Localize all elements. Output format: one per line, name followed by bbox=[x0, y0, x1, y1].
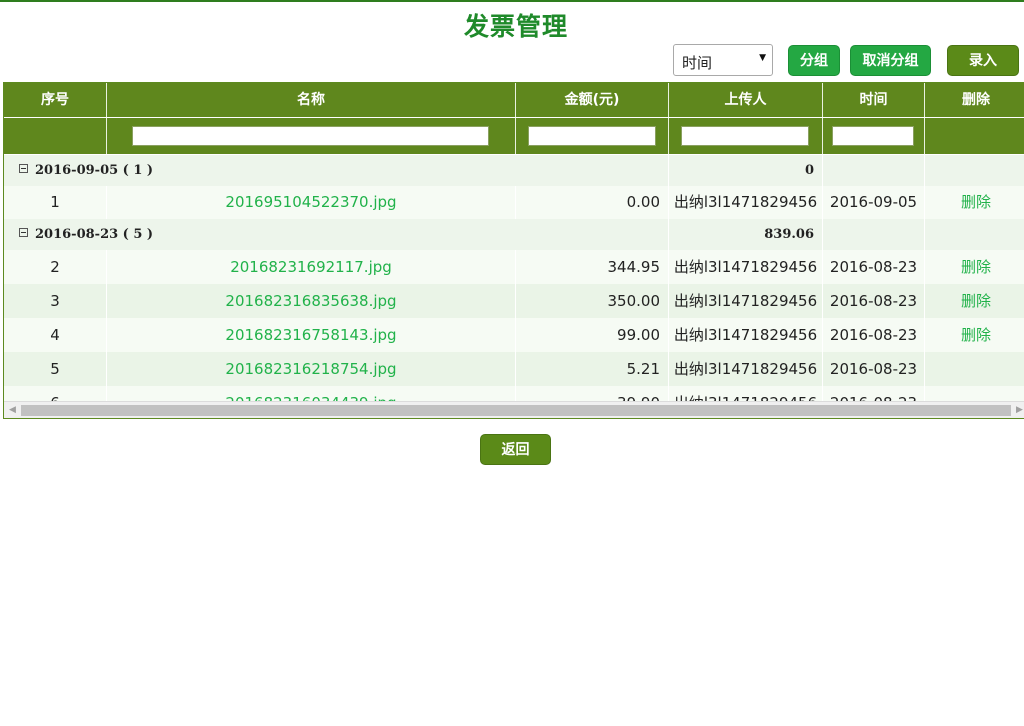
group-label: 2016-08-23 ( 5 ) bbox=[35, 227, 154, 242]
delete-link[interactable]: 删除 bbox=[925, 250, 1024, 284]
header-name[interactable]: 名称 bbox=[107, 83, 516, 117]
grid-body: 2016-09-05 ( 1 ) 0 1 201695104522370.jpg… bbox=[4, 155, 1024, 401]
table-row[interactable]: 2 20168231692117.jpg 344.95 出纳l3l1471829… bbox=[4, 250, 1024, 284]
header-amount[interactable]: 金额(元) bbox=[516, 83, 669, 117]
cell-index: 1 bbox=[4, 186, 107, 219]
back-button[interactable]: 返回 bbox=[480, 434, 551, 465]
cell-uploader: 出纳l3l1471829456 bbox=[669, 284, 823, 318]
group-label-cell: 2016-09-05 ( 1 ) bbox=[4, 155, 669, 186]
table-row[interactable]: 1 201695104522370.jpg 0.00 出纳l3l14718294… bbox=[4, 186, 1024, 219]
cell-uploader: 出纳l3l1471829456 bbox=[669, 186, 823, 219]
header-uploader[interactable]: 上传人 bbox=[669, 83, 823, 117]
scroll-right-icon[interactable]: ▶ bbox=[1016, 405, 1023, 415]
entry-button[interactable]: 录入 bbox=[947, 45, 1019, 76]
cell-time: 2016-08-23 bbox=[823, 250, 925, 284]
scroll-left-icon[interactable]: ◀ bbox=[9, 405, 16, 415]
grid-header: 序号 名称 金额(元) 上传人 时间 删除 bbox=[4, 83, 1024, 117]
group-total: 839.06 bbox=[669, 219, 823, 250]
filter-uploader-cell bbox=[669, 118, 823, 154]
cell-amount: 39.90 bbox=[516, 386, 669, 401]
filter-uploader-input[interactable] bbox=[681, 126, 809, 146]
cell-uploader: 出纳l3l1471829456 bbox=[669, 386, 823, 401]
filter-name-cell bbox=[107, 118, 516, 154]
cell-time: 2016-08-23 bbox=[823, 352, 925, 386]
top-border bbox=[0, 0, 1024, 2]
cell-amount: 0.00 bbox=[516, 186, 669, 219]
table-row[interactable]: 3 201682316835638.jpg 350.00 出纳l3l147182… bbox=[4, 284, 1024, 318]
cell-name-link[interactable]: 201682316835638.jpg bbox=[107, 284, 516, 318]
filter-name-input[interactable] bbox=[132, 126, 489, 146]
cell-uploader: 出纳l3l1471829456 bbox=[669, 250, 823, 284]
filter-delete-cell bbox=[925, 118, 1024, 154]
cell-time: 2016-08-23 bbox=[823, 284, 925, 318]
cell-index: 2 bbox=[4, 250, 107, 284]
delete-link[interactable]: 删除 bbox=[925, 318, 1024, 352]
cell-name-link[interactable]: 201695104522370.jpg bbox=[107, 186, 516, 219]
group-empty-cell bbox=[925, 155, 1024, 186]
cell-amount: 344.95 bbox=[516, 250, 669, 284]
table-row[interactable]: 4 201682316758143.jpg 99.00 出纳l3l1471829… bbox=[4, 318, 1024, 352]
cell-uploader: 出纳l3l1471829456 bbox=[669, 318, 823, 352]
table-row[interactable]: 6 201682316034439.jpg 39.90 出纳l3l1471829… bbox=[4, 386, 1024, 401]
cell-uploader: 出纳l3l1471829456 bbox=[669, 352, 823, 386]
filter-time-input[interactable] bbox=[832, 126, 914, 146]
group-total: 0 bbox=[669, 155, 823, 186]
group-by-select[interactable]: 时间 ▼ bbox=[673, 44, 773, 76]
group-button[interactable]: 分组 bbox=[788, 45, 840, 76]
header-time[interactable]: 时间 bbox=[823, 83, 925, 117]
ungroup-button[interactable]: 取消分组 bbox=[850, 45, 931, 76]
table-row[interactable]: 5 201682316218754.jpg 5.21 出纳l3l14718294… bbox=[4, 352, 1024, 386]
invoice-grid: 序号 名称 金额(元) 上传人 时间 删除 2016-09-05 ( 1 ) 0 bbox=[3, 82, 1024, 419]
delete-link[interactable] bbox=[925, 386, 1024, 401]
filter-row bbox=[4, 118, 1024, 154]
delete-link[interactable]: 删除 bbox=[925, 186, 1024, 219]
group-label: 2016-09-05 ( 1 ) bbox=[35, 163, 154, 178]
group-empty-cell bbox=[823, 219, 925, 250]
horizontal-scrollbar[interactable]: ◀ ▶ bbox=[4, 401, 1024, 418]
delete-link[interactable] bbox=[925, 352, 1024, 386]
group-row[interactable]: 2016-09-05 ( 1 ) 0 bbox=[4, 155, 1024, 186]
filter-index-cell bbox=[4, 118, 107, 154]
dropdown-arrow-icon: ▼ bbox=[759, 53, 766, 63]
cell-time: 2016-08-23 bbox=[823, 386, 925, 401]
cell-amount: 99.00 bbox=[516, 318, 669, 352]
scrollbar-thumb[interactable] bbox=[21, 405, 1011, 416]
cell-name-link[interactable]: 201682316034439.jpg bbox=[107, 386, 516, 401]
cell-name-link[interactable]: 201682316218754.jpg bbox=[107, 352, 516, 386]
filter-time-cell bbox=[823, 118, 925, 154]
filter-amount-cell bbox=[516, 118, 669, 154]
group-by-selected-value: 时间 bbox=[682, 54, 713, 72]
cell-amount: 5.21 bbox=[516, 352, 669, 386]
cell-index: 5 bbox=[4, 352, 107, 386]
group-row[interactable]: 2016-08-23 ( 5 ) 839.06 bbox=[4, 219, 1024, 250]
cell-index: 6 bbox=[4, 386, 107, 401]
collapse-icon[interactable] bbox=[19, 164, 28, 173]
cell-name-link[interactable]: 201682316758143.jpg bbox=[107, 318, 516, 352]
header-delete[interactable]: 删除 bbox=[925, 83, 1024, 117]
collapse-icon[interactable] bbox=[19, 228, 28, 237]
cell-index: 4 bbox=[4, 318, 107, 352]
group-empty-cell bbox=[925, 219, 1024, 250]
page-title: 发票管理 bbox=[463, 12, 568, 41]
group-label-cell: 2016-08-23 ( 5 ) bbox=[4, 219, 669, 250]
filter-amount-input[interactable] bbox=[528, 126, 656, 146]
cell-time: 2016-09-05 bbox=[823, 186, 925, 219]
group-empty-cell bbox=[823, 155, 925, 186]
delete-link[interactable]: 删除 bbox=[925, 284, 1024, 318]
cell-index: 3 bbox=[4, 284, 107, 318]
cell-time: 2016-08-23 bbox=[823, 318, 925, 352]
cell-name-link[interactable]: 20168231692117.jpg bbox=[107, 250, 516, 284]
cell-amount: 350.00 bbox=[516, 284, 669, 318]
header-index[interactable]: 序号 bbox=[4, 83, 107, 117]
